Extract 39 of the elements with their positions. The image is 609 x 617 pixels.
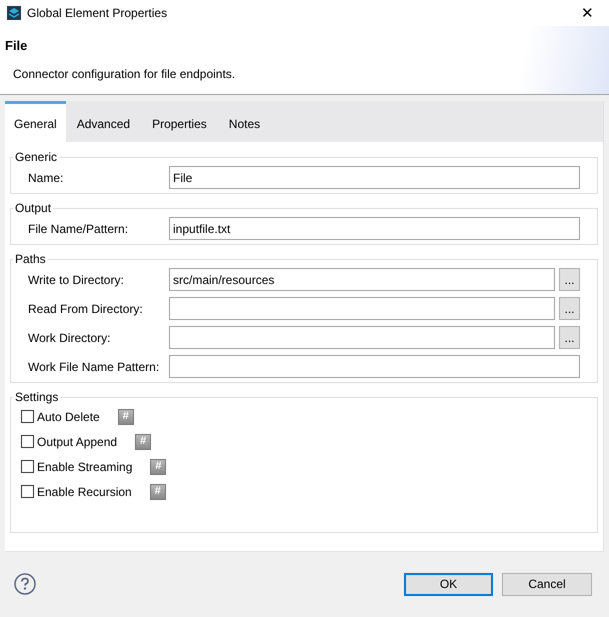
text-field[interactable]: File (169, 166, 580, 189)
dialog-button[interactable]: Cancel (502, 572, 592, 596)
group-title: Generic (14, 149, 58, 166)
window-title: Global Element Properties (27, 5, 168, 22)
tab[interactable]: Notes (218, 101, 272, 142)
text-field[interactable] (169, 326, 555, 349)
field-label: File Name/Pattern: (28, 220, 130, 238)
field-label: Name: (28, 170, 64, 186)
tab[interactable]: Advanced (66, 101, 142, 142)
text-field[interactable] (169, 297, 555, 320)
dialog-description: Connector configuration for file endpoints. (13, 66, 236, 82)
checkbox-label: Output Append (37, 434, 118, 450)
checkbox-label: Enable Recursion (37, 484, 132, 500)
app-logo-icon (7, 6, 21, 20)
checkbox[interactable] (21, 460, 34, 473)
checkbox[interactable] (21, 485, 34, 498)
text-field[interactable]: inputfile.txt (169, 217, 580, 240)
group-title: Output (14, 200, 52, 217)
browse-button[interactable]: ... (559, 326, 580, 349)
browse-button[interactable]: ... (559, 268, 580, 291)
tab[interactable]: General (5, 101, 66, 142)
text-field[interactable]: src/main/resources (169, 268, 555, 291)
dialog-title: File (5, 37, 28, 55)
browse-button[interactable]: ... (559, 297, 580, 320)
dialog-button[interactable]: OK (404, 572, 493, 596)
group-title: Settings (14, 389, 60, 406)
field-label: Work File Name Pattern: (28, 358, 160, 376)
checkbox[interactable] (21, 435, 34, 448)
group-title: Paths (14, 251, 47, 268)
text-field[interactable] (169, 355, 580, 378)
field-label: Work Directory: (28, 330, 112, 346)
field-label: Write to Directory: (28, 272, 125, 288)
checkbox-label: Enable Streaming (37, 458, 132, 476)
field-label: Read From Directory: (28, 300, 144, 318)
checkbox[interactable] (21, 410, 34, 423)
help-icon[interactable] (14, 573, 36, 595)
close-button[interactable]: ✕ (581, 6, 594, 20)
checkbox-label: Auto Delete (37, 408, 100, 426)
tab[interactable]: Properties (141, 101, 218, 142)
